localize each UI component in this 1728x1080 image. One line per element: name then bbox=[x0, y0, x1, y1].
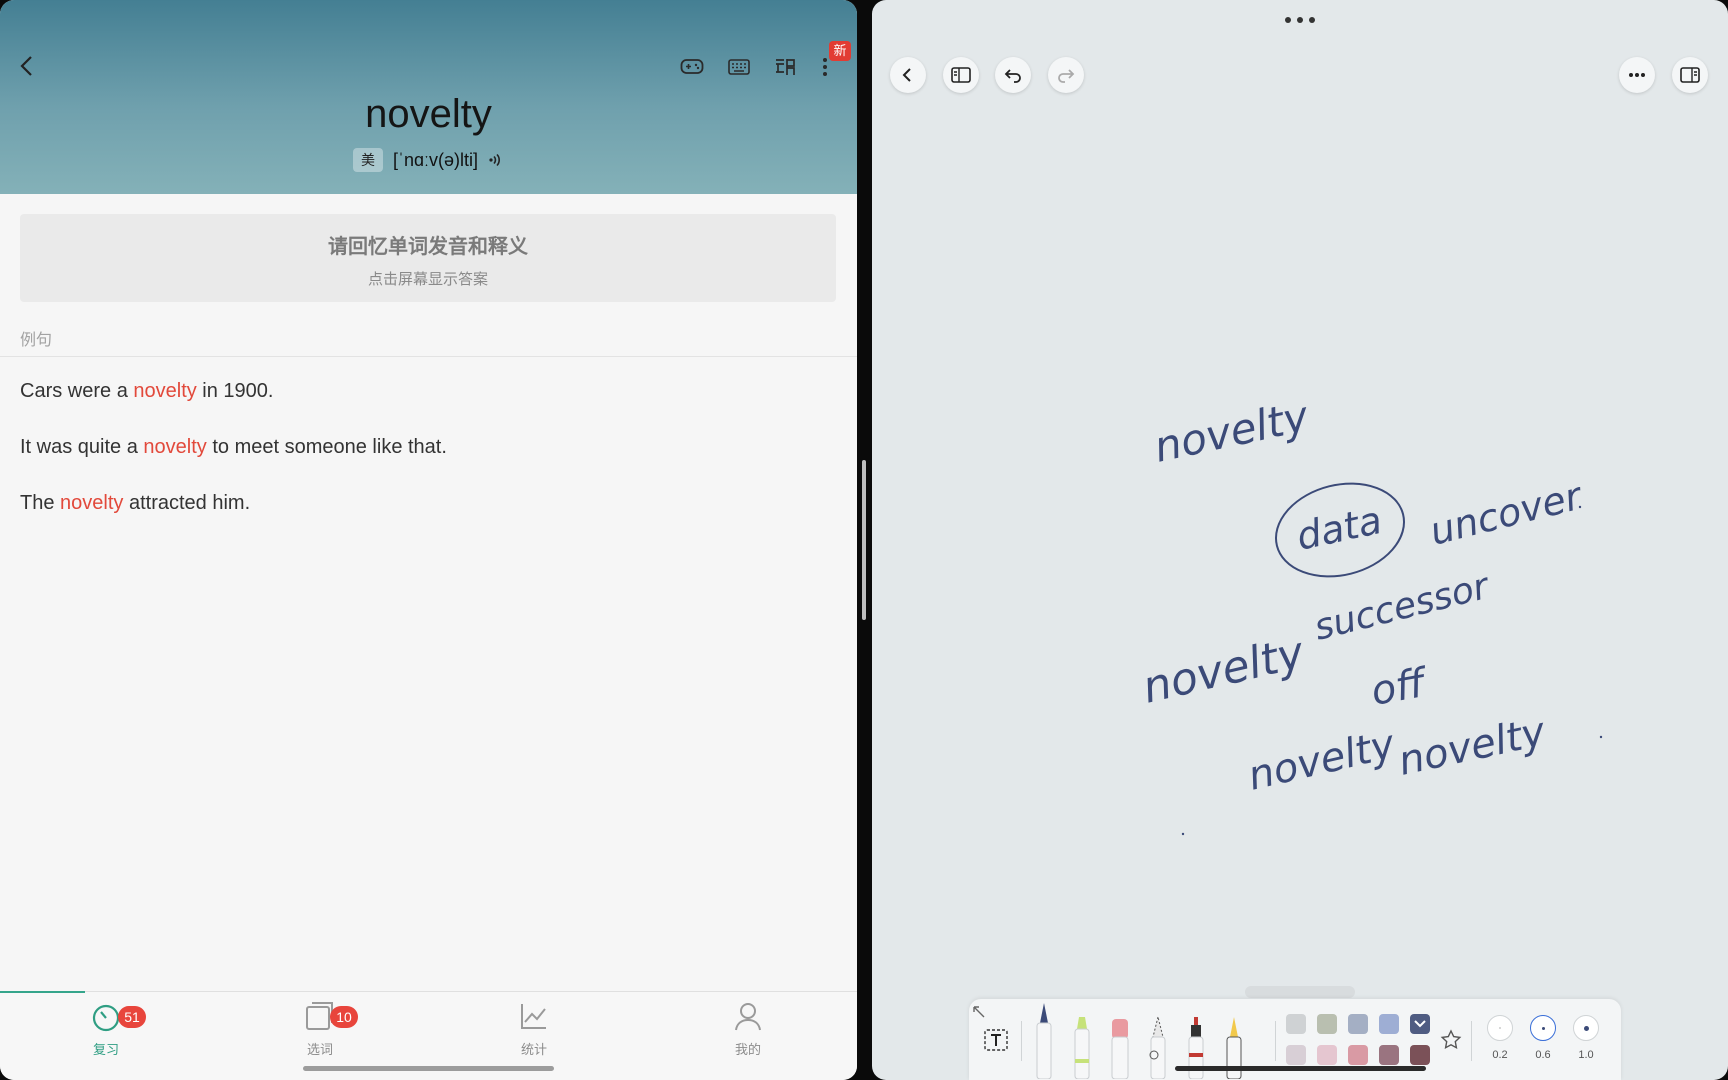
color-swatch[interactable] bbox=[1379, 1045, 1399, 1065]
examples-label: 例句 bbox=[20, 332, 53, 349]
divider bbox=[0, 356, 857, 357]
game-controller-icon[interactable] bbox=[678, 54, 706, 80]
word-header: 新 novelty 美 [ˈnɑːv(ə)lti] bbox=[0, 0, 857, 194]
ink-dot bbox=[1181, 832, 1185, 836]
recall-hint-card[interactable]: 请回忆单词发音和释义 点击屏幕显示答案 bbox=[20, 214, 836, 302]
lasso-tool-icon[interactable] bbox=[1147, 1015, 1169, 1080]
pen-size-label: 0.6 bbox=[1535, 1049, 1551, 1061]
pen-size-option-selected[interactable]: 0.6 bbox=[1523, 1015, 1563, 1061]
example-sentence: Cars were a novelty in 1900. bbox=[20, 380, 274, 402]
color-swatch[interactable] bbox=[1410, 1045, 1430, 1065]
highlighted-word: novelty bbox=[60, 492, 124, 514]
color-swatch[interactable] bbox=[1348, 1045, 1368, 1065]
keyboard-icon[interactable] bbox=[725, 54, 753, 80]
tab-label: 复习 bbox=[92, 1042, 119, 1057]
split-view-divider[interactable] bbox=[862, 460, 866, 620]
pronunciation-row: 美 [ˈnɑːv(ə)lti] bbox=[0, 148, 857, 172]
pen-size-option[interactable]: 0.2 bbox=[1480, 1015, 1520, 1061]
count-badge: 51 bbox=[118, 1006, 146, 1028]
tab-stats[interactable]: 统计 bbox=[484, 1000, 584, 1058]
tab-label: 选词 bbox=[306, 1042, 333, 1057]
ink-word: novelty bbox=[1150, 391, 1314, 472]
color-swatch[interactable] bbox=[1379, 1014, 1399, 1034]
color-swatch-selected[interactable] bbox=[1410, 1014, 1430, 1034]
highlighted-word: novelty bbox=[133, 380, 197, 402]
color-swatch[interactable] bbox=[1317, 1045, 1337, 1065]
favorite-star-icon[interactable] bbox=[1440, 1029, 1462, 1056]
color-swatch[interactable] bbox=[1286, 1014, 1306, 1034]
pen-size-label: 1.0 bbox=[1578, 1049, 1594, 1061]
hint-subtitle: 点击屏幕显示答案 bbox=[367, 271, 488, 288]
tab-label: 我的 bbox=[734, 1042, 761, 1057]
toolbar-drag-handle[interactable] bbox=[1245, 986, 1355, 998]
notes-app-window: novelty data uncover novelty successor o… bbox=[872, 0, 1728, 1080]
pen-size-label: 0.2 bbox=[1492, 1049, 1508, 1061]
home-indicator bbox=[303, 1066, 554, 1071]
text-tool-icon[interactable] bbox=[984, 1029, 1008, 1056]
tab-label: 统计 bbox=[520, 1042, 547, 1057]
ink-word: novelty bbox=[1395, 709, 1551, 785]
spelling-mode-icon[interactable] bbox=[771, 54, 799, 80]
headword: novelty bbox=[365, 92, 492, 136]
ink-dot bbox=[1578, 505, 1582, 509]
collapse-arrow-icon[interactable] bbox=[972, 1005, 986, 1024]
vocab-app-window: 新 novelty 美 [ˈnɑːv(ə)lti] 请回忆单词发音和释义 点击屏… bbox=[0, 0, 857, 1080]
example-sentence: The novelty attracted him. bbox=[20, 492, 251, 514]
phonetic-text: [ˈnɑːv(ə)lti] bbox=[392, 149, 479, 170]
stats-chart-icon bbox=[521, 1004, 546, 1029]
handwriting-canvas[interactable]: novelty data uncover novelty successor o… bbox=[872, 0, 1728, 980]
tab-select-words[interactable]: 选词 10 bbox=[270, 1000, 370, 1058]
new-badge: 新 bbox=[829, 41, 851, 61]
pen-size-option[interactable]: 1.0 bbox=[1566, 1015, 1606, 1061]
ink-word: novelty bbox=[1138, 627, 1310, 714]
progress-indicator bbox=[0, 991, 85, 993]
hint-title: 请回忆单词发音和释义 bbox=[328, 236, 528, 258]
highlighted-word: novelty bbox=[143, 436, 207, 458]
accent-badge[interactable]: 美 bbox=[352, 148, 383, 172]
tab-profile[interactable]: 我的 bbox=[698, 1000, 798, 1058]
ink-word: data bbox=[1293, 498, 1386, 559]
example-sentence: It was quite a novelty to meet someone l… bbox=[20, 436, 447, 458]
toolbar-separator bbox=[1471, 1021, 1472, 1061]
color-swatch[interactable] bbox=[1286, 1045, 1306, 1065]
ink-word: novelty bbox=[1244, 721, 1400, 800]
ink-dot bbox=[1599, 735, 1603, 739]
eraser-icon[interactable] bbox=[1109, 1017, 1131, 1080]
toolbar-separator bbox=[1275, 1021, 1276, 1061]
speaker-icon[interactable] bbox=[488, 152, 504, 168]
highlighter-icon[interactable] bbox=[1071, 1015, 1093, 1080]
toolbar-separator bbox=[1021, 1021, 1022, 1061]
ink-word: successor bbox=[1310, 565, 1494, 648]
ink-word: uncover bbox=[1426, 473, 1588, 553]
color-swatch[interactable] bbox=[1317, 1014, 1337, 1034]
tab-review[interactable]: 复习 51 bbox=[56, 1000, 156, 1058]
chevron-down-icon bbox=[1414, 1020, 1426, 1028]
color-swatch[interactable] bbox=[1348, 1014, 1368, 1034]
home-indicator bbox=[1175, 1066, 1426, 1071]
profile-icon bbox=[735, 1003, 761, 1031]
back-icon[interactable] bbox=[14, 52, 42, 80]
ink-word: off bbox=[1368, 660, 1433, 715]
ballpoint-pen-icon[interactable] bbox=[1033, 1001, 1055, 1080]
count-badge: 10 bbox=[330, 1006, 358, 1028]
